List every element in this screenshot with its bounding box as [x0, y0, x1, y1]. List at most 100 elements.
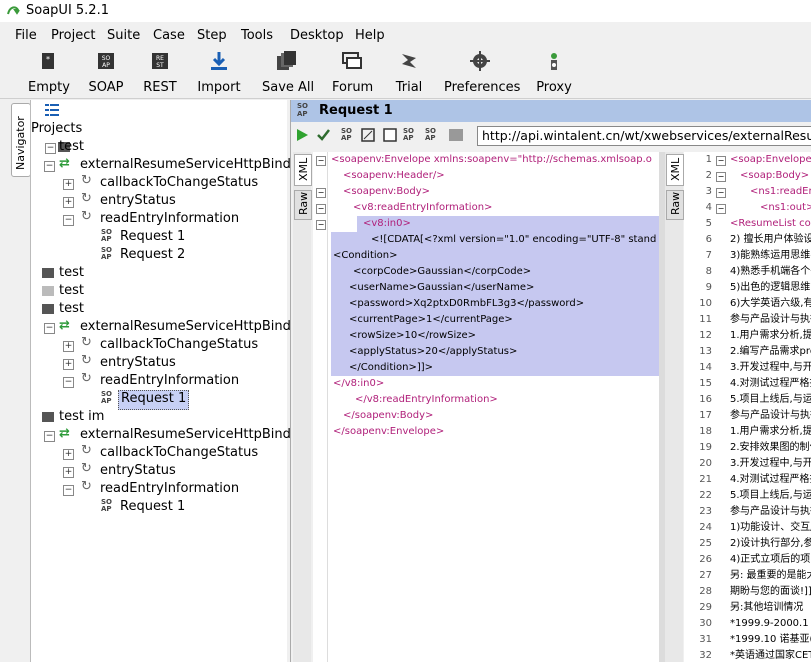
tree-request[interactable]: Request 1 [120, 229, 185, 247]
fold-toggle[interactable]: − [716, 156, 726, 166]
line-number: 3 [705, 186, 712, 197]
operation-icon: ↻ [81, 353, 92, 368]
fold-toggle[interactable]: − [716, 204, 726, 214]
menu-project[interactable]: Project [51, 28, 95, 43]
tab-xml[interactable]: XML [666, 154, 684, 186]
tree-request[interactable]: Request 1 [120, 499, 185, 517]
tab-raw[interactable]: Raw [294, 190, 312, 220]
menu-case[interactable]: Case [153, 28, 185, 43]
menu-step[interactable]: Step [197, 28, 227, 43]
trial-button[interactable]: Trial [394, 50, 424, 95]
grey-block-icon[interactable] [449, 129, 463, 141]
code-line: <soap:Envelope xm [730, 154, 811, 165]
collapse-all-icon[interactable] [45, 104, 59, 116]
tree-root-projects[interactable]: Projects [31, 121, 82, 139]
tree-operation[interactable]: readEntryInformation [100, 373, 239, 391]
cancel-icon[interactable] [383, 128, 397, 142]
tree-project-test[interactable]: test [59, 265, 84, 283]
proxy-label: Proxy [536, 80, 572, 95]
response-xml-editor[interactable]: 1<soap:Envelope xm−2<soap:Body>−3<ns1:re… [684, 152, 811, 662]
tree-expander[interactable]: − [45, 143, 56, 154]
soap-icon[interactable]: SO AP [403, 128, 414, 142]
fold-toggle[interactable]: − [716, 172, 726, 182]
tree-expander[interactable]: + [63, 449, 74, 460]
tree-operation[interactable]: readEntryInformation [100, 211, 239, 229]
soap-request-icon: SO AP [101, 246, 112, 261]
tree-expander[interactable]: − [63, 485, 74, 496]
add-assertion-icon[interactable] [317, 128, 333, 142]
run-icon[interactable] [295, 128, 309, 142]
fold-toggle[interactable]: − [316, 220, 326, 230]
code-line: </soapenv:Body> [343, 410, 434, 421]
request-title-bar: SO AP Request 1 [291, 100, 811, 122]
tree-project-test[interactable]: test [59, 301, 84, 319]
tree-project-test[interactable]: test [59, 283, 84, 301]
code-line: 4)正式立项后的项目 [730, 554, 811, 565]
tree-expander[interactable]: + [63, 179, 74, 190]
tree-operation[interactable]: callbackToChangeStatus [100, 445, 258, 463]
line-number: 16 [699, 394, 712, 405]
empty-project-button[interactable]: * Empty [28, 50, 70, 95]
menu-tools[interactable]: Tools [241, 28, 273, 43]
create-testcase-icon[interactable] [361, 128, 375, 142]
tab-xml[interactable]: XML [294, 154, 312, 186]
proxy-button[interactable]: Proxy [536, 50, 572, 95]
save-all-button[interactable]: Save All [262, 50, 315, 95]
soap-project-button[interactable]: SO AP SOAP [88, 50, 124, 95]
code-line: 4.对测试过程严格把 [730, 474, 811, 485]
request-xml-editor[interactable]: − − − − <soapenv:Envelope xmlns:soapenv=… [313, 152, 659, 662]
binding-icon: ⇄ [59, 156, 70, 171]
tree-binding[interactable]: externalResumeServiceHttpBinding [80, 319, 311, 337]
tree-operation[interactable]: entryStatus [100, 463, 176, 481]
tree-binding[interactable]: externalResumeServiceHttpBinding [80, 427, 311, 445]
window-title: SoapUI 5.2.1 [26, 3, 109, 18]
tab-raw[interactable]: Raw [666, 190, 684, 220]
endpoint-url-field[interactable]: http://api.wintalent.cn/wt/xwebservices/… [477, 126, 811, 146]
tree-expander[interactable]: + [63, 359, 74, 370]
fold-toggle[interactable]: − [316, 156, 326, 166]
tree-expander[interactable]: − [44, 323, 55, 334]
tree-operation[interactable]: entryStatus [100, 193, 176, 211]
fold-toggle[interactable]: − [716, 188, 726, 198]
tree-expander[interactable]: − [44, 431, 55, 442]
navigator-tab[interactable]: Navigator [11, 103, 31, 177]
code-line: </v8:readEntryInformation> [355, 394, 498, 405]
code-line: <soapenv:Header/> [343, 170, 445, 181]
menu-suite[interactable]: Suite [107, 28, 140, 43]
import-button[interactable]: Import [197, 50, 241, 95]
tree-binding[interactable]: externalResumeServiceHttpBinding [80, 157, 311, 175]
tree-expander[interactable]: − [63, 215, 74, 226]
forum-button[interactable]: Forum [332, 50, 373, 95]
menu-file[interactable]: File [15, 28, 37, 43]
tree-expander[interactable]: − [63, 377, 74, 388]
tree-project-test[interactable]: test [59, 139, 84, 157]
tree-expander[interactable]: + [63, 197, 74, 208]
tree-request[interactable]: Request 2 [120, 247, 185, 265]
preferences-label: Preferences [444, 80, 521, 95]
code-line: 2) 擅长用户体验设 [730, 234, 811, 245]
menu-help[interactable]: Help [355, 28, 385, 43]
tree-operation[interactable]: callbackToChangeStatus [100, 337, 258, 355]
fold-toggle[interactable]: − [316, 204, 326, 214]
preferences-button[interactable]: Preferences [444, 50, 521, 95]
soap-icon[interactable]: SO AP [425, 128, 436, 142]
tree-toolbar [31, 100, 287, 120]
code-line: <v8:in0> [363, 218, 411, 229]
project-folder-icon [42, 412, 54, 422]
rest-project-button[interactable]: RE ST REST [142, 50, 178, 95]
tree-expander[interactable]: − [44, 161, 55, 172]
menu-desktop[interactable]: Desktop [290, 28, 344, 43]
code-line: 另:其他培训情况 [730, 602, 804, 613]
code-line: <ResumeList code= [730, 218, 811, 229]
tree-request-selected[interactable]: Request 1 [118, 390, 190, 410]
fold-toggle[interactable]: − [316, 188, 326, 198]
operation-icon: ↻ [81, 209, 92, 224]
tree-project-test-im[interactable]: test im [59, 409, 104, 427]
tree-expander[interactable]: + [63, 467, 74, 478]
soap-icon[interactable]: SO AP [341, 128, 352, 142]
tree-operation[interactable]: callbackToChangeStatus [100, 175, 258, 193]
save-all-label: Save All [262, 80, 315, 95]
tree-operation[interactable]: entryStatus [100, 355, 176, 373]
tree-expander[interactable]: + [63, 341, 74, 352]
tree-operation[interactable]: readEntryInformation [100, 481, 239, 499]
